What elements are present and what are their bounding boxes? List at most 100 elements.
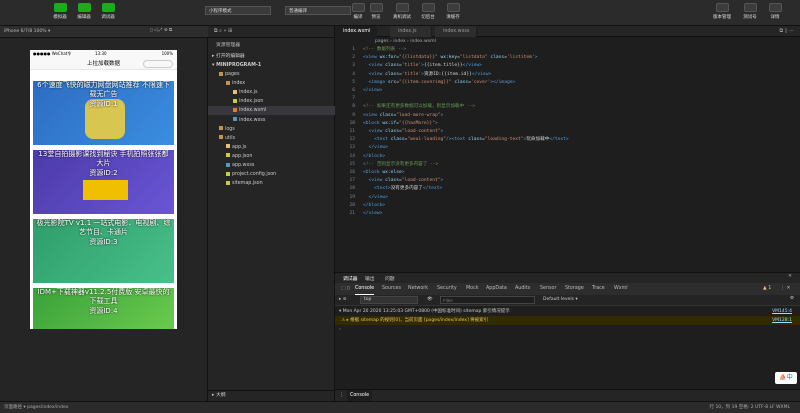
file-item[interactable]: app.json bbox=[208, 152, 335, 161]
file-label: sitemap.json bbox=[232, 181, 263, 187]
project-section[interactable]: ▾ MINIPROGRAM-1 bbox=[208, 61, 335, 70]
folder-item[interactable]: pages bbox=[208, 70, 335, 79]
devtools-tab-mock[interactable]: Mock bbox=[466, 283, 479, 295]
compile-select[interactable]: 普通编译 bbox=[285, 6, 351, 15]
tab-index-js[interactable]: index.js bbox=[390, 26, 432, 37]
devtools-tab-storage[interactable]: Storage bbox=[565, 283, 584, 295]
preview-button[interactable]: 预览 bbox=[362, 3, 390, 20]
eye-icon bbox=[369, 3, 383, 12]
close-icon[interactable]: ✕ bbox=[788, 274, 792, 279]
context-select[interactable]: top bbox=[360, 296, 418, 304]
devtools-menu-icon[interactable]: ⋮ ✕ bbox=[780, 283, 790, 295]
file-label: utils bbox=[225, 135, 236, 141]
device-icon bbox=[395, 3, 409, 12]
file-icon bbox=[226, 162, 230, 167]
eye-icon[interactable]: 👁 bbox=[427, 297, 433, 302]
console-prompt[interactable]: › bbox=[335, 325, 800, 334]
breadcrumb: pages › index › index.wxml bbox=[375, 39, 436, 44]
file-item[interactable]: project.config.json bbox=[208, 170, 335, 179]
explorer-tool-icons[interactable]: ⧉ ⌕ ⑂ ⊞ bbox=[214, 28, 232, 34]
resource-card[interactable]: 13堂自拍摄影课找到秘诀 手机拍照张张都大片 资源ID:2 bbox=[33, 150, 174, 214]
desk-illustration bbox=[83, 180, 128, 200]
phone-nav-bar: 上拉加载数据 bbox=[30, 58, 177, 70]
sim-tool-icons[interactable]: ▯ ◁ ⤢ ⊗ ⧉ bbox=[150, 27, 172, 33]
folder-icon bbox=[219, 135, 223, 140]
debugger-toggle-button[interactable]: 调试器 bbox=[94, 3, 122, 20]
clear-cache-button[interactable]: 清缓存 bbox=[439, 3, 467, 20]
toolbar: 模拟器 编辑器 调试器 小程序模式 普通编译 编译 预览 真机调试 切后台 清缓… bbox=[0, 0, 800, 26]
status-bar: 页面路径 ▾ pages/index/index 行 10，列 19 空格: 2… bbox=[0, 401, 800, 413]
explorer-title: 资源管理器 bbox=[216, 43, 240, 48]
open-editors-section[interactable]: ▸ 打开的编辑器 bbox=[208, 52, 335, 61]
tab-debugger[interactable]: 调试器 bbox=[343, 275, 357, 282]
file-icon bbox=[233, 89, 237, 94]
console-warning[interactable]: ⚠ ▸ 根据 sitemap 的规则[0]，当前页面 [pages/index/… bbox=[335, 316, 800, 325]
capsule-menu[interactable] bbox=[143, 60, 173, 68]
file-item[interactable]: index.wxml bbox=[208, 106, 335, 116]
console-clear-icon[interactable]: ▸ ⊘ bbox=[339, 297, 346, 302]
file-label: project.config.json bbox=[232, 172, 277, 178]
devtools-tab-sensor[interactable]: Sensor bbox=[540, 283, 556, 295]
folder-item[interactable]: index bbox=[208, 79, 335, 88]
details-button[interactable]: 详情 bbox=[761, 3, 789, 20]
file-icon bbox=[233, 117, 237, 121]
devtools-tab-wxml[interactable]: Wxml bbox=[614, 283, 628, 295]
user-icon bbox=[743, 3, 757, 12]
background-button[interactable]: 切后台 bbox=[414, 3, 442, 20]
drawer-menu-icon[interactable]: ⋮ bbox=[339, 392, 344, 398]
explorer-panel: ⧉ ⌕ ⑂ ⊞ 资源管理器 ▸ 打开的编辑器 ▾ MINIPROGRAM-1 p… bbox=[208, 26, 335, 401]
devtools-tab-sources[interactable]: Sources bbox=[382, 283, 401, 295]
phone-screen: ●●●●● WeChat令 13:30 100% 上拉加载数据 6个速度飞快的磁… bbox=[30, 50, 177, 329]
devtools-tab-console[interactable]: Console bbox=[355, 283, 375, 295]
folder-item[interactable]: utils bbox=[208, 134, 335, 143]
code-editor[interactable]: 1 <!-- 数据列表 --> 2 <view wx:for="{{listdata… bbox=[335, 46, 800, 270]
editor-split-icon[interactable]: ⧉ ▯ ⋯ bbox=[779, 28, 794, 34]
tab-index-wxml[interactable]: index.wxml bbox=[335, 26, 377, 37]
tab-index-wxss[interactable]: index.wxss bbox=[435, 26, 477, 37]
file-label: index bbox=[232, 81, 246, 87]
devtools-tab-appdata[interactable]: AppData bbox=[486, 283, 507, 295]
file-item[interactable]: app.wxss bbox=[208, 161, 335, 170]
tab-output[interactable]: 输出 bbox=[365, 275, 375, 282]
file-label: pages bbox=[225, 72, 240, 77]
outline-section[interactable]: ▸ 大纲 bbox=[208, 390, 335, 399]
editor-tabs: index.wxml index.js index.wxss ⧉ ▯ ⋯ bbox=[335, 26, 800, 37]
settings-icon[interactable]: ⚙ bbox=[790, 296, 794, 301]
mode-select[interactable]: 小程序模式 bbox=[205, 6, 271, 15]
resource-card[interactable]: 极光影院TV v1.1 一站式电影、电视剧、综艺节目、卡通片 资源ID:3 bbox=[33, 219, 174, 283]
log-levels-select[interactable]: Default levels ▾ bbox=[543, 297, 578, 302]
file-item[interactable]: index.js bbox=[208, 88, 335, 97]
file-label: app.js bbox=[232, 144, 247, 150]
folder-icon bbox=[226, 80, 230, 85]
tab-problems[interactable]: 问题 bbox=[385, 275, 395, 282]
console-drawer: ⋮ Console bbox=[335, 389, 800, 402]
layers-icon bbox=[446, 3, 460, 12]
console-filter-input[interactable] bbox=[440, 296, 535, 304]
devtools-tab-security[interactable]: Security bbox=[437, 283, 457, 295]
page-path[interactable]: 页面路径 ▾ pages/index/index bbox=[4, 402, 68, 413]
remote-debug-button[interactable]: 真机调试 bbox=[388, 3, 416, 20]
resource-card[interactable]: IDM+下载神器v11.2.5付费版 安卓最快的下载工具 资源ID:4 bbox=[33, 288, 174, 329]
warning-count-icon[interactable]: ▲ 1 bbox=[763, 283, 771, 295]
file-item[interactable]: app.js bbox=[208, 143, 335, 152]
test-account-button[interactable]: 测试号 bbox=[736, 3, 764, 20]
file-label: app.json bbox=[232, 153, 253, 159]
version-button[interactable]: 版本管理 bbox=[708, 3, 736, 20]
phone-status-bar: ●●●●● WeChat令 13:30 100% bbox=[30, 50, 177, 58]
file-item[interactable]: sitemap.json bbox=[208, 179, 335, 188]
devtools-inspect-icon[interactable]: ⬚ ▯ bbox=[341, 283, 350, 295]
console-toolbar: ▸ ⊘ top 👁 Default levels ▾ ⚙ bbox=[335, 295, 800, 306]
devtools-tab-audits[interactable]: Audits bbox=[515, 283, 530, 295]
debug-panel-header: 调试器 输出 问题 ✕ bbox=[335, 272, 800, 283]
file-item[interactable]: index.json bbox=[208, 97, 335, 106]
folder-item[interactable]: logs bbox=[208, 125, 335, 134]
devtools-tab-network[interactable]: Network bbox=[408, 283, 428, 295]
resource-card[interactable]: 6个速度飞快的磁力网盘网站推荐 不限速下载无广告 资源ID:1 bbox=[33, 81, 174, 145]
device-select[interactable]: iPhone 6/7/8 100% ▾ bbox=[4, 29, 50, 34]
file-item[interactable]: index.wxss bbox=[208, 116, 335, 125]
editor-status: 行 10，列 19 空格: 2 UTF-8 LF WXML bbox=[709, 405, 790, 410]
devtools-tab-trace[interactable]: Trace bbox=[592, 283, 605, 295]
nav-title: 上拉加载数据 bbox=[86, 61, 120, 67]
console-message[interactable]: ▾ Mon Apr 20 2020 13:25:03 GMT+0800 (中国标… bbox=[335, 307, 800, 316]
file-label: index.wxml bbox=[239, 108, 267, 114]
